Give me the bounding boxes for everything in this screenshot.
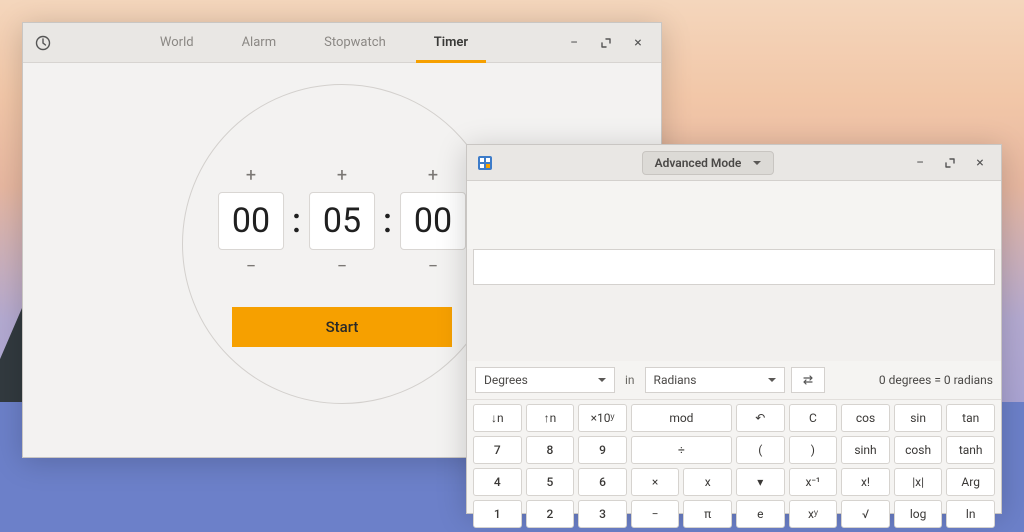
seconds-minus[interactable]: −: [428, 256, 438, 277]
key-4[interactable]: 4: [473, 468, 522, 496]
key-8[interactable]: 8: [526, 436, 575, 464]
key-log[interactable]: log: [894, 500, 943, 528]
unit-conversion-row: Degrees in Radians 0 degrees = 0 radians: [467, 361, 1001, 400]
hours-column: + 00 −: [218, 165, 284, 277]
key-1[interactable]: 1: [473, 500, 522, 528]
clocks-tabs: World Alarm Stopwatch Timer: [63, 23, 565, 63]
calc-minimize-button[interactable]: −: [911, 154, 929, 172]
to-unit-label: Radians: [654, 373, 697, 387]
key-9[interactable]: 9: [578, 436, 627, 464]
key-factorial[interactable]: x!: [841, 468, 890, 496]
timer-spinners: + 00 − : + 05 − : + 00 −: [218, 165, 466, 277]
to-unit-select[interactable]: Radians: [645, 367, 785, 393]
key-shift-down[interactable]: ↓n: [473, 404, 522, 432]
colon: :: [290, 201, 303, 241]
hours-plus[interactable]: +: [246, 165, 256, 186]
maximize-button[interactable]: [597, 34, 615, 52]
tab-timer[interactable]: Timer: [412, 23, 490, 63]
minutes-plus[interactable]: +: [337, 165, 347, 186]
calc-maximize-button[interactable]: [941, 154, 959, 172]
key-divide[interactable]: ÷: [631, 436, 732, 464]
key-cos[interactable]: cos: [841, 404, 890, 432]
minimize-button[interactable]: −: [565, 34, 583, 52]
key-minus[interactable]: −: [631, 500, 680, 528]
calc-close-button[interactable]: ×: [971, 154, 989, 172]
calc-display: [467, 249, 1001, 361]
from-unit-select[interactable]: Degrees: [475, 367, 615, 393]
key-2[interactable]: 2: [526, 500, 575, 528]
colon: :: [381, 201, 394, 241]
calculator-window-controls: − ×: [911, 154, 995, 172]
key-var-x[interactable]: x: [683, 468, 732, 496]
key-tan[interactable]: tan: [946, 404, 995, 432]
key-lparen[interactable]: (: [736, 436, 785, 464]
hours-value[interactable]: 00: [218, 192, 284, 250]
key-e[interactable]: e: [736, 500, 785, 528]
close-button[interactable]: ×: [629, 34, 647, 52]
key-7[interactable]: 7: [473, 436, 522, 464]
seconds-column: + 00 −: [400, 165, 466, 277]
minutes-column: + 05 −: [309, 165, 375, 277]
calculator-app-icon: [473, 155, 505, 171]
key-inverse[interactable]: x⁻¹: [789, 468, 838, 496]
key-tanh[interactable]: tanh: [946, 436, 995, 464]
minutes-minus[interactable]: −: [337, 256, 347, 277]
calc-keypad: ↓n ↑n ×10ʸ mod ↶ C cos sin tan 7 8 9 ÷ (…: [467, 400, 1001, 532]
tab-alarm[interactable]: Alarm: [220, 23, 299, 63]
key-6[interactable]: 6: [578, 468, 627, 496]
mode-label: Advanced Mode: [655, 156, 742, 170]
key-var-menu[interactable]: ▾: [736, 468, 785, 496]
key-ln[interactable]: ln: [946, 500, 995, 528]
key-power[interactable]: xʸ: [789, 500, 838, 528]
from-unit-label: Degrees: [484, 373, 528, 387]
tab-world[interactable]: World: [138, 23, 216, 63]
calculator-titlebar: Advanced Mode − ×: [467, 145, 1001, 181]
key-3[interactable]: 3: [578, 500, 627, 528]
calculator-window: Advanced Mode − × Degrees in Radians 0 d…: [466, 144, 1002, 514]
key-shift-up[interactable]: ↑n: [526, 404, 575, 432]
mode-selector[interactable]: Advanced Mode: [642, 151, 775, 175]
hours-minus[interactable]: −: [246, 256, 256, 277]
clock-app-icon: [23, 35, 63, 51]
key-abs[interactable]: |x|: [894, 468, 943, 496]
key-cosh[interactable]: cosh: [894, 436, 943, 464]
tab-stopwatch[interactable]: Stopwatch: [302, 23, 408, 63]
unit-in-label: in: [621, 373, 639, 387]
calc-entry[interactable]: [473, 249, 995, 285]
key-rparen[interactable]: ): [789, 436, 838, 464]
key-clear[interactable]: C: [789, 404, 838, 432]
seconds-value[interactable]: 00: [400, 192, 466, 250]
key-arg[interactable]: Arg: [946, 468, 995, 496]
key-5[interactable]: 5: [526, 468, 575, 496]
key-mod[interactable]: mod: [631, 404, 732, 432]
key-multiply[interactable]: ×: [631, 468, 680, 496]
seconds-plus[interactable]: +: [428, 165, 438, 186]
swap-units-button[interactable]: [791, 367, 825, 393]
key-sin[interactable]: sin: [894, 404, 943, 432]
unit-result: 0 degrees = 0 radians: [831, 373, 993, 387]
key-times-ten-y[interactable]: ×10ʸ: [578, 404, 627, 432]
clocks-titlebar: World Alarm Stopwatch Timer − ×: [23, 23, 661, 63]
minutes-value[interactable]: 05: [309, 192, 375, 250]
start-button[interactable]: Start: [232, 307, 452, 347]
key-sinh[interactable]: sinh: [841, 436, 890, 464]
clocks-window-controls: − ×: [565, 34, 661, 52]
key-undo[interactable]: ↶: [736, 404, 785, 432]
key-pi[interactable]: π: [683, 500, 732, 528]
key-sqrt[interactable]: √: [841, 500, 890, 528]
